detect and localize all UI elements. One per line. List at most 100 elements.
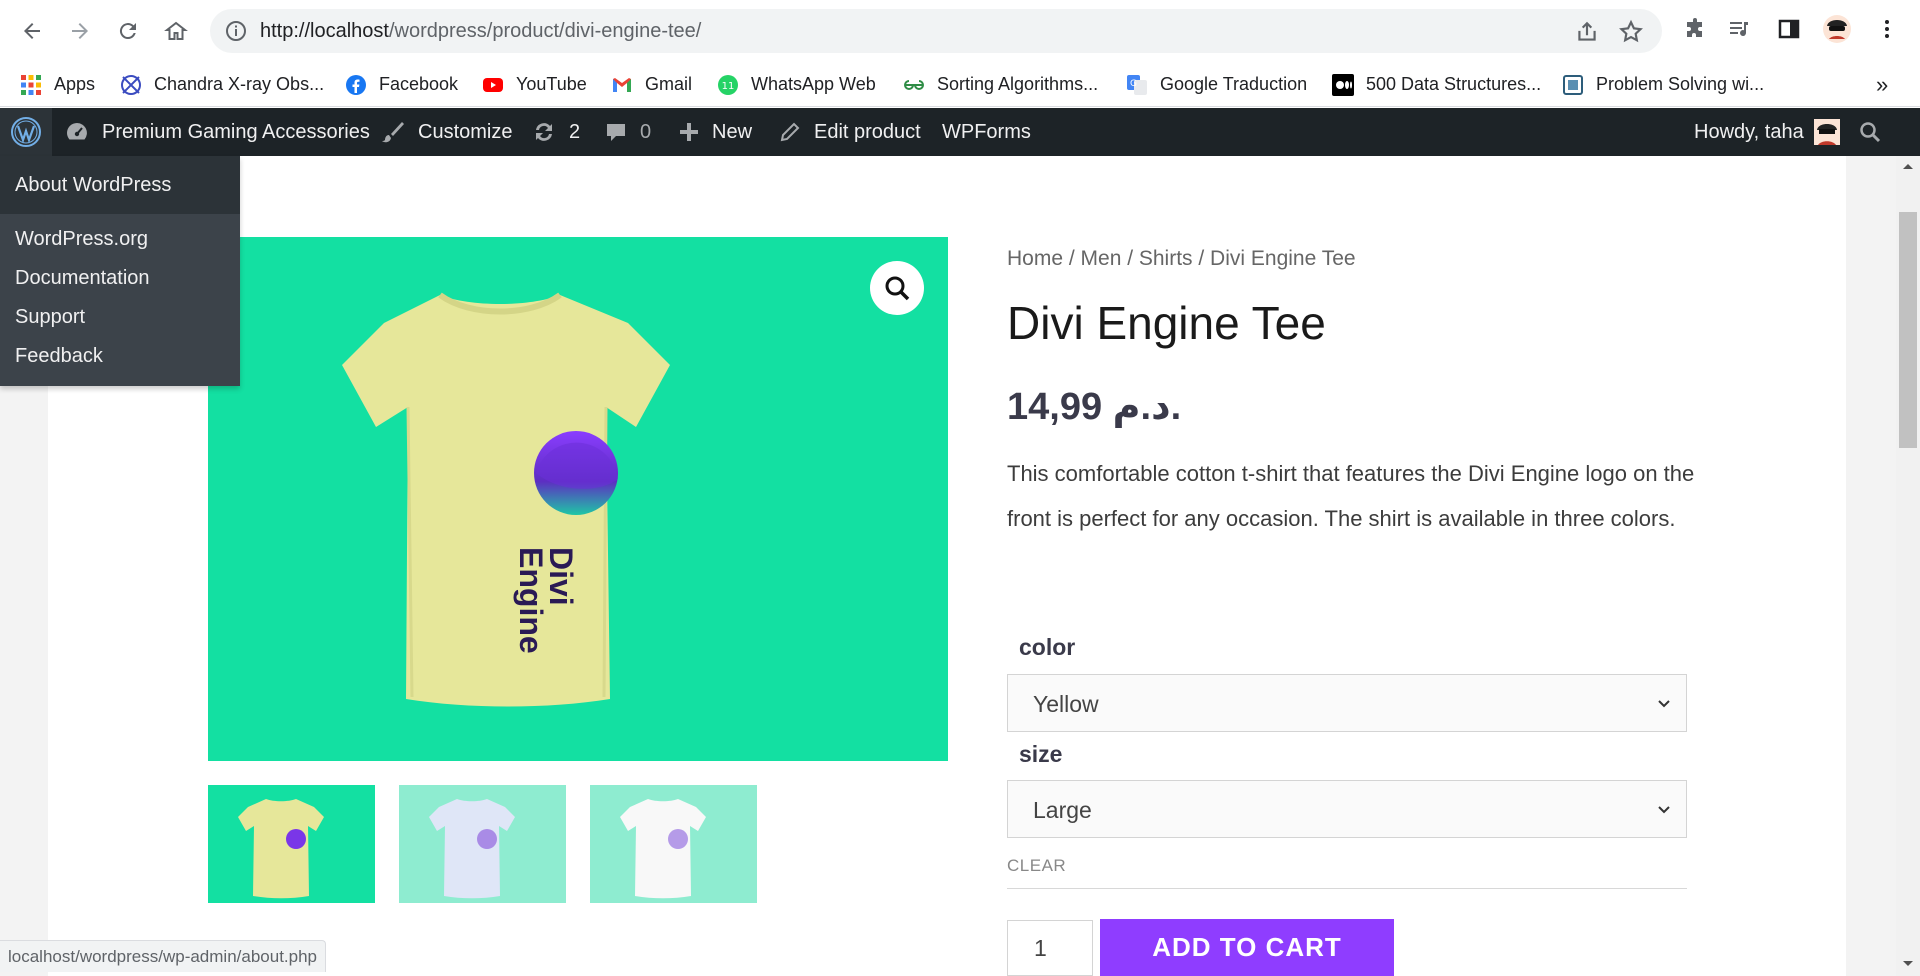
forward-button[interactable] [62,13,98,49]
bookmark-chandra[interactable]: Chandra X-ray Obs... [120,62,324,107]
documentation-link[interactable]: Documentation [0,259,240,298]
product-title: Divi Engine Tee [1007,297,1326,349]
edit-product-label: Edit product [814,120,921,143]
bookmark-label: Sorting Algorithms... [937,74,1099,94]
more-bookmarks-label: » [1876,71,1889,97]
tshirt-thumb-image [238,799,324,899]
chandra-icon [120,74,142,96]
comment-icon [607,124,625,141]
color-select[interactable]: Yellow [1007,674,1687,732]
shirt-print-line2: Engine [513,547,549,654]
playlist-icon [1730,22,1748,37]
star-icon[interactable] [1618,19,1644,45]
about-wordpress-link[interactable]: About WordPress [0,156,240,214]
breadcrumb[interactable]: Home / Men / Shirts / Divi Engine Tee [1007,247,1356,271]
menu-button[interactable] [1872,14,1902,44]
profile-button[interactable] [1822,14,1852,44]
home-button[interactable] [158,13,194,49]
bookmark-apps[interactable]: Apps [20,62,95,107]
bookmark-youtube[interactable]: YouTube [482,62,587,107]
updates-link[interactable]: 2 [531,108,580,156]
wp-logo-dropdown: About WordPress WordPress.org Documentat… [0,156,240,386]
magnifier-icon [885,276,910,301]
updates-count: 2 [569,120,581,143]
bookmark-label: Google Traduction [1160,74,1308,94]
howdy-label: Howdy, taha [1694,120,1804,143]
extensions-button[interactable] [1680,14,1710,44]
reload-icon [119,23,136,40]
chevron-down-icon [1658,806,1670,814]
bookmark-google-traduction[interactable]: G Google Traduction [1126,62,1307,107]
quantity-input[interactable]: 1 [1007,920,1093,976]
address-bar[interactable]: http://localhost/wordpress/product/divi-… [210,9,1662,53]
bookmark-gmail[interactable]: Gmail [611,62,692,107]
back-button[interactable] [14,13,50,49]
arrow-left-icon [24,23,40,39]
bookmark-label: Problem Solving wi... [1596,74,1765,94]
scrollbar-thumb[interactable] [1899,212,1917,448]
wp-links-group: WordPress.org Documentation Support Feed… [0,214,240,386]
arrow-right-icon [72,23,88,39]
bookmark-500-data[interactable]: 500 Data Structures... [1332,62,1541,107]
new-label: New [712,120,753,143]
scroll-up-icon[interactable] [1896,158,1920,174]
thumbnail-yellow[interactable] [208,785,375,903]
apps-grid-icon [20,74,42,96]
thumbnail-blue[interactable] [399,785,566,903]
paintbrush-icon [382,122,404,143]
bookmark-whatsapp[interactable]: 11 WhatsApp Web [717,62,876,107]
add-to-cart-button[interactable]: ADD TO CART [1100,919,1394,976]
wpforms-label: WPForms [942,120,1031,143]
product-price: 14,99 د.م. [1007,386,1182,428]
edit-product-link[interactable]: Edit product [778,108,921,156]
browser-toolbar: http://localhost/wordpress/product/divi-… [0,0,1920,62]
side-panel-icon [1778,19,1800,39]
wordpress-org-link[interactable]: WordPress.org [0,220,240,259]
page-gutter [1846,156,1896,976]
bookmarks-bar: Apps Chandra X-ray Obs... Facebook YouTu… [0,62,1920,107]
tshirt-thumb-image [620,799,706,899]
customize-link[interactable]: Customize [380,108,512,156]
support-link[interactable]: Support [0,298,240,337]
share-icon[interactable] [1574,19,1600,45]
product-main-image[interactable]: Divi Engine [208,237,948,761]
plus-icon [680,123,698,141]
updates-icon [536,123,552,141]
user-avatar-icon [1813,119,1840,145]
divider [1007,888,1687,889]
thumbnail-white[interactable] [590,785,757,903]
clear-variations-link[interactable]: CLEAR [1007,856,1066,876]
bookmark-label: Gmail [645,74,693,94]
wpforms-link[interactable]: WPForms [942,108,1031,156]
info-icon [226,21,246,41]
tshirt-image: Divi Engine [342,292,670,707]
more-bookmarks-button[interactable]: » [1876,62,1888,107]
side-panel-button[interactable] [1774,14,1804,44]
customize-label: Customize [418,120,513,143]
site-name-link[interactable]: Premium Gaming Accessories [64,108,370,156]
avatar-icon [1823,15,1851,43]
geeksforgeeks-icon [903,74,925,96]
bookmark-problem-solving[interactable]: Problem Solving wi... [1562,62,1764,107]
page-content: Divi Engine Home / Men / Shirts / Divi E… [0,156,1920,976]
new-content-link[interactable]: New [678,108,752,156]
bookmark-label: Apps [54,74,96,94]
kebab-menu-icon [1885,20,1889,38]
scroll-down-icon[interactable] [1896,956,1920,972]
bookmark-facebook[interactable]: Facebook [345,62,458,107]
bookmark-sorting[interactable]: Sorting Algorithms... [903,62,1098,107]
reload-button[interactable] [110,13,146,49]
size-label: size [1019,741,1063,767]
comments-link[interactable]: 0 [604,108,651,156]
size-select[interactable]: Large [1007,780,1687,838]
media-button[interactable] [1724,14,1754,44]
color-label: color [1019,634,1076,660]
status-bar-url: localhost/wordpress/wp-admin/about.php [0,940,327,972]
zoom-button[interactable] [870,261,924,315]
bookmark-label: Facebook [379,74,459,94]
wp-logo-button[interactable] [0,108,52,156]
home-icon [164,21,188,40]
admin-search-button[interactable] [1858,108,1882,156]
my-account-link[interactable]: Howdy, taha [1694,108,1840,156]
feedback-link[interactable]: Feedback [0,337,240,376]
